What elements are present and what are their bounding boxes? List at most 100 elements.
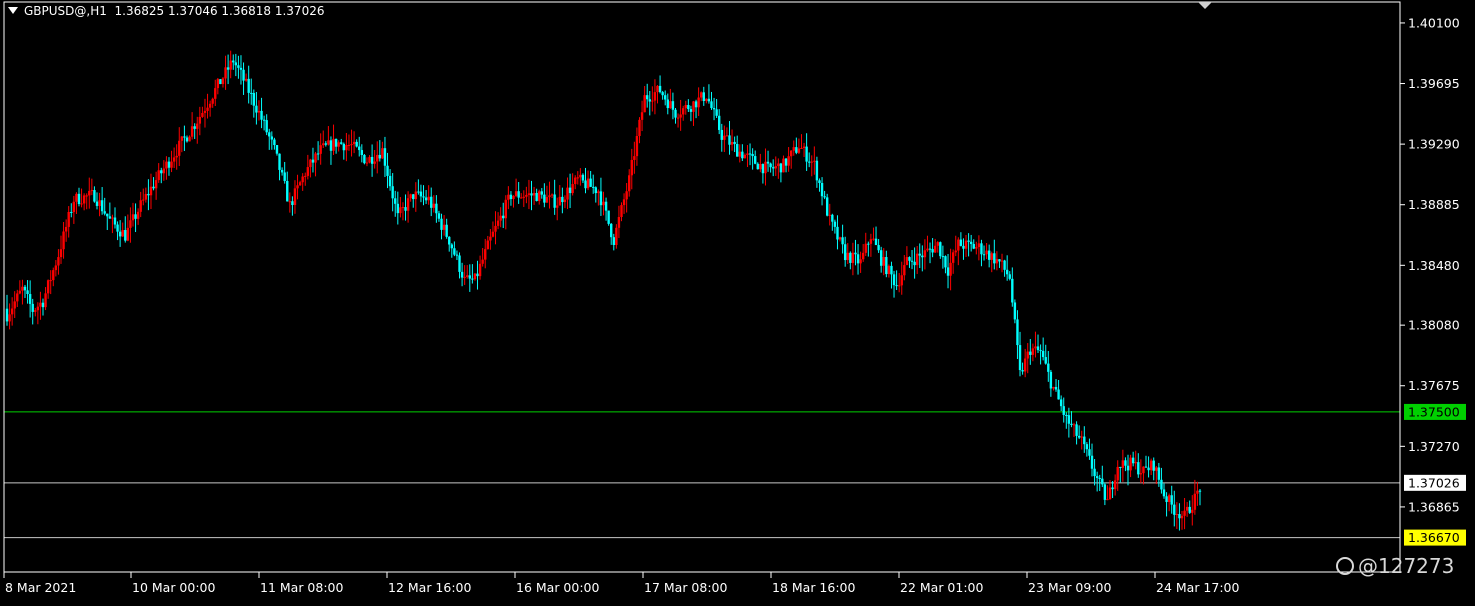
candle-body <box>16 293 19 302</box>
candle-body <box>1013 302 1017 320</box>
candle-body <box>157 170 160 181</box>
candle-body <box>640 112 644 120</box>
candle-body <box>951 252 955 263</box>
candle-body <box>430 196 433 208</box>
candle-body <box>126 227 130 241</box>
candle-body <box>777 163 780 167</box>
candle-body <box>378 154 382 159</box>
candle-body <box>1059 399 1063 407</box>
chart-shift-triangle-icon[interactable] <box>1198 2 1212 9</box>
candle-body <box>964 240 968 249</box>
candles <box>5 50 1202 531</box>
candle-body <box>879 250 883 266</box>
candle-body <box>442 224 446 230</box>
candle-body <box>242 69 245 81</box>
candle-body <box>733 141 736 145</box>
symbol-header[interactable]: GBPUSD@,H1 1.36825 1.37046 1.36818 1.370… <box>8 4 324 18</box>
candle-body <box>1005 269 1009 275</box>
watermark-logo-icon <box>1336 557 1354 575</box>
candle-body <box>563 199 567 203</box>
x-axis: 8 Mar 2021 10 Mar 00:00 11 Mar 08:00 12 Mar… <box>3 572 1240 595</box>
candle-body <box>64 226 68 232</box>
candle-body <box>1139 473 1143 475</box>
candle-body <box>566 187 569 200</box>
candle-body <box>617 217 621 228</box>
candle-body <box>738 151 741 157</box>
candle-body <box>548 195 551 198</box>
candle-body <box>1062 406 1065 415</box>
y-tick-label: 1.38885 <box>1408 197 1460 212</box>
candle-body <box>720 129 723 140</box>
candle-body <box>337 142 340 147</box>
candle-body <box>62 231 65 250</box>
candle-body <box>728 135 731 145</box>
x-tick-label: 11 Mar 08:00 <box>260 580 344 595</box>
candle-body <box>607 210 610 224</box>
candle-body <box>831 214 834 222</box>
candle-body <box>1198 490 1202 492</box>
candle-body <box>484 249 487 260</box>
candle-body <box>687 105 690 110</box>
candle-body <box>813 160 816 162</box>
horizontal-lines <box>4 411 1400 539</box>
candle-body <box>556 205 559 208</box>
candle-body <box>1126 465 1130 471</box>
candle-body <box>933 245 937 253</box>
candle-body <box>170 161 173 168</box>
candle-body <box>861 252 865 260</box>
candle-body <box>520 197 523 199</box>
candle-body <box>610 223 613 238</box>
candle-body <box>70 212 73 214</box>
candle-body <box>1121 460 1125 468</box>
candle-body <box>219 79 222 85</box>
candle-body <box>494 225 497 232</box>
candle-body <box>561 196 564 203</box>
candle-body <box>509 194 513 200</box>
candle-body <box>854 252 857 255</box>
candle-body <box>304 175 307 177</box>
candle-body <box>1090 455 1094 469</box>
candle-body <box>95 201 99 206</box>
candle-body <box>589 178 592 187</box>
candle-body <box>316 153 320 155</box>
candle-body <box>859 259 862 264</box>
candle-body <box>779 163 783 173</box>
candle-body <box>85 195 88 197</box>
candle-body <box>250 92 253 94</box>
candle-body <box>121 230 124 237</box>
candle-body <box>77 193 81 205</box>
candle-body <box>689 109 693 112</box>
candle-body <box>327 140 330 145</box>
candle-body <box>350 144 353 146</box>
candle-body <box>468 275 472 279</box>
candle-body <box>404 207 407 211</box>
candle-body <box>100 200 104 212</box>
candle-body <box>286 180 289 202</box>
candle-body <box>322 143 325 146</box>
candle-body <box>8 314 11 322</box>
candle-body <box>628 175 631 192</box>
candle-body <box>653 92 657 101</box>
candle-body <box>993 253 996 264</box>
candle-body <box>838 237 842 240</box>
candle-body <box>391 186 394 199</box>
candle-body <box>1131 457 1135 464</box>
candle-body <box>67 212 70 227</box>
candle-body <box>234 62 238 66</box>
candle-body <box>373 161 376 164</box>
candle-body <box>496 220 500 226</box>
candle-body <box>545 197 549 203</box>
candle-body <box>928 248 932 250</box>
candle-body <box>1047 363 1050 372</box>
candle-body <box>1070 423 1073 426</box>
candle-body <box>113 217 117 225</box>
candle-body <box>949 262 952 276</box>
candle-body <box>1011 278 1014 303</box>
dropdown-triangle-icon[interactable] <box>8 7 18 14</box>
candle-body <box>450 244 454 249</box>
candle-body <box>178 140 181 156</box>
candle-body <box>93 190 96 202</box>
candle-body <box>535 192 538 202</box>
candle-body <box>836 226 839 240</box>
candle-body <box>1065 414 1068 416</box>
